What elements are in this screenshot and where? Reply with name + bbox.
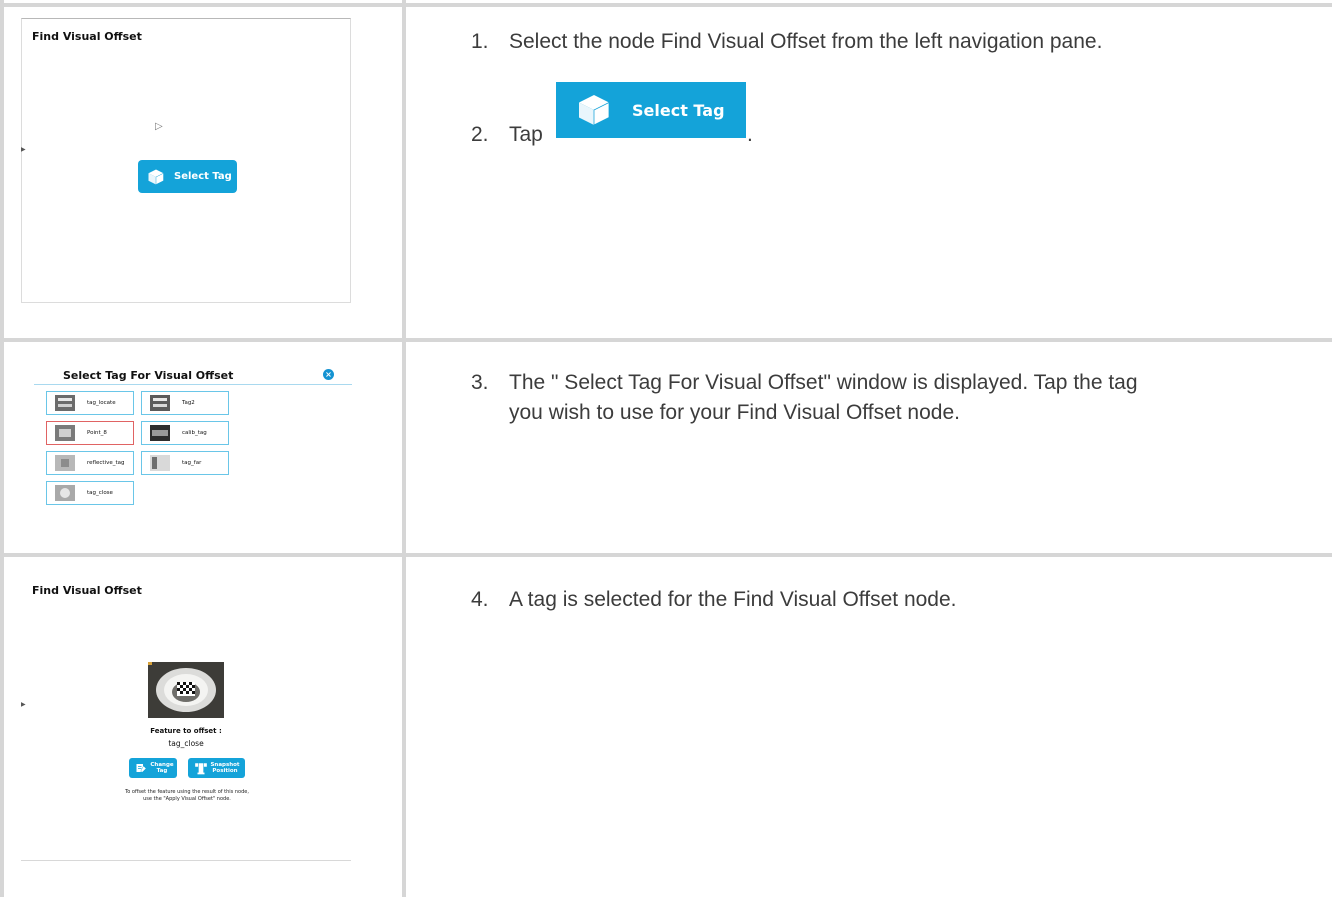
dialog-title-divider — [34, 384, 352, 385]
step-3-number: 3. — [471, 371, 489, 394]
panel-bottom-divider — [21, 860, 351, 861]
mouse-cursor-icon: ▷ — [155, 121, 163, 132]
step-1-instruction: 1. Select the node Find Visual Offset fr… — [471, 27, 1291, 57]
select-tag-button-large[interactable]: Select Tag — [556, 82, 746, 138]
select-tag-button-label: Select Tag — [174, 171, 232, 182]
snapshot-position-button[interactable]: Snapshot Position — [188, 758, 245, 778]
tag-card-reflective-tag[interactable]: reflective_tag — [46, 451, 134, 475]
tag-name: tag_locate — [87, 400, 116, 406]
tag-card-point-8[interactable]: Point_8 — [46, 421, 134, 445]
close-icon[interactable]: × — [323, 369, 334, 380]
step-2-text: Tap — [509, 123, 543, 146]
tag-name: Point_8 — [87, 430, 107, 436]
change-tag-button-label: Change Tag — [150, 762, 174, 774]
feature-to-offset-label: Feature to offset : — [150, 727, 222, 735]
checkerboard-tag-image — [148, 662, 224, 718]
tag-thumbnail — [55, 485, 75, 501]
nav-expand-icon[interactable]: ▶ — [21, 146, 26, 153]
robot-arm-icon — [195, 762, 207, 774]
cube-icon — [148, 169, 164, 185]
table-column-divider — [402, 0, 406, 897]
table-row-divider-2 — [0, 553, 1332, 557]
tag-card-tag2[interactable]: Tag2 — [141, 391, 229, 415]
tag-card-tag-far[interactable]: tag_far — [141, 451, 229, 475]
tag-name: reflective_tag — [87, 460, 125, 466]
step-3-text-line-1: The " Select Tag For Visual Offset" wind… — [509, 371, 1138, 394]
change-tag-button[interactable]: Change Tag — [129, 758, 177, 778]
apply-note-line-1: To offset the feature using the result o… — [125, 789, 249, 795]
tag-card-calib-tag[interactable]: calib_tag — [141, 421, 229, 445]
tag-thumbnail — [150, 455, 170, 471]
apply-note-line-2: use the "Apply Visual Offset" node. — [143, 796, 231, 802]
tag-thumbnail — [55, 455, 75, 471]
tag-name: tag_far — [182, 460, 202, 466]
step-2-period: . — [747, 123, 753, 146]
tag-name: calib_tag — [182, 430, 207, 436]
find-visual-offset-panel: Find Visual Offset ▷ Select Tag — [21, 18, 351, 303]
select-tag-button-large-label: Select Tag — [632, 100, 725, 120]
step-3-instruction: 3. The " Select Tag For Visual Offset" w… — [471, 368, 1301, 428]
step-4-number: 4. — [471, 588, 489, 611]
panel-title: Find Visual Offset — [32, 30, 142, 43]
tag-card-tag-close[interactable]: tag_close — [46, 481, 134, 505]
dialog-title: Select Tag For Visual Offset — [63, 369, 234, 382]
tag-thumbnail — [55, 425, 75, 441]
step-3-text-line-2: you wish to use for your Find Visual Off… — [509, 401, 960, 424]
tag-card-tag-locate[interactable]: tag_locate — [46, 391, 134, 415]
tag-name: Tag2 — [182, 400, 195, 406]
tag-thumbnail — [150, 425, 170, 441]
tag-thumbnail — [150, 395, 170, 411]
table-left-border — [0, 0, 4, 897]
tag-close-image — [148, 662, 224, 718]
table-top-border — [0, 3, 1332, 7]
panel-title: Find Visual Offset — [32, 584, 142, 597]
cube-icon — [579, 95, 610, 126]
table-row-divider-1 — [0, 338, 1332, 342]
tag-name: tag_close — [87, 490, 113, 496]
step-2-number: 2. — [471, 123, 489, 146]
step-1-text: Select the node Find Visual Offset from … — [509, 30, 1103, 53]
snapshot-position-button-label: Snapshot Position — [210, 762, 240, 774]
nav-expand-icon[interactable]: ▶ — [21, 701, 26, 708]
step-4-text: A tag is selected for the Find Visual Of… — [509, 588, 957, 611]
step-2-instruction: 2. Tap — [471, 120, 543, 150]
step-4-instruction: 4. A tag is selected for the Find Visual… — [471, 585, 1291, 615]
tag-thumbnail — [55, 395, 75, 411]
edit-tag-icon — [136, 764, 147, 773]
feature-to-offset-value: tag_close — [168, 739, 204, 748]
step-1-number: 1. — [471, 30, 489, 53]
select-tag-button[interactable]: Select Tag — [138, 160, 237, 193]
